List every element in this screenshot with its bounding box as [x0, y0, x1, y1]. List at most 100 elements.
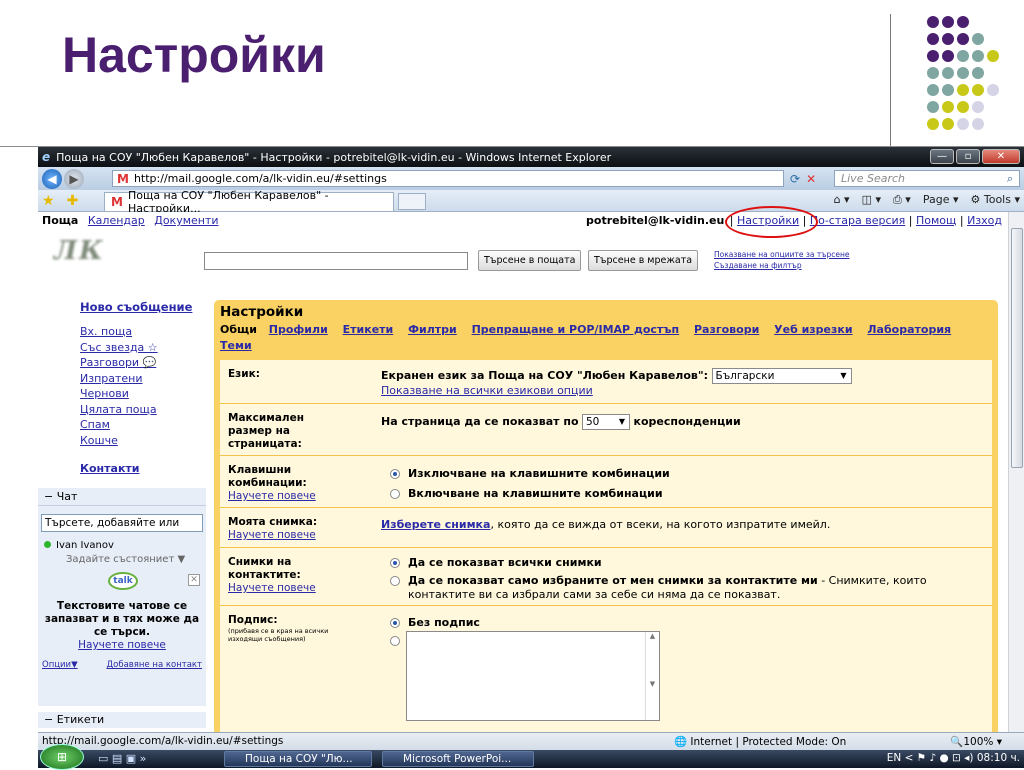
search-web-button[interactable]: Търсене в мрежата [588, 250, 699, 271]
chat-search-input[interactable]: Търсете, добавяйте или [41, 514, 203, 532]
folder-sent[interactable]: Изпратени [80, 372, 143, 385]
chat-info-text: Текстовите чатове се запазват и в тях мо… [44, 600, 200, 638]
older-version-link[interactable]: По-стара версия [810, 214, 905, 227]
refresh-icon[interactable]: ⟳ [790, 172, 800, 186]
folder-all-mail[interactable]: Цялата поща [80, 403, 157, 416]
command-bar: ⌂ ▾ ◫ ▾ ⎙ ▾ Page ▾ ⚙ Tools ▾ [834, 193, 1020, 207]
zoom-level-value: 100% [963, 736, 994, 748]
create-filter-link[interactable]: Създаване на филтър [714, 261, 802, 270]
chat-user: Ivan Ivanov [44, 540, 114, 551]
new-tab-button[interactable] [398, 193, 426, 210]
contacts-link[interactable]: Контакти [80, 462, 140, 475]
tab-general[interactable]: Общи [220, 323, 257, 336]
show-search-options-link[interactable]: Показване на опциите за търсене [714, 250, 850, 259]
contact-pics-all-radio[interactable] [390, 558, 400, 568]
textarea-scrollbar[interactable]: ▲ ▼ [645, 632, 659, 720]
start-button[interactable]: ⊞ [40, 744, 84, 770]
scrollbar-thumb[interactable] [1011, 228, 1023, 468]
maximize-button[interactable]: ▫ [956, 149, 980, 164]
folder-starred[interactable]: Със звезда ☆ [80, 341, 158, 354]
help-link[interactable]: Помощ [916, 214, 956, 227]
language-options-link[interactable]: Показване на всички езикови опции [381, 384, 593, 397]
sign-out-link[interactable]: Изход [967, 214, 1002, 227]
zoom-level[interactable]: 🔍100% ▾ [950, 735, 1002, 748]
forward-button[interactable]: ▶ [64, 168, 84, 189]
language-label: Език: [228, 368, 260, 380]
home-icon[interactable]: ⌂ ▾ [834, 193, 850, 207]
close-icon[interactable]: ✕ [188, 574, 200, 586]
chat-status-dropdown[interactable]: Задайте състояниет ▼ [66, 554, 185, 565]
shortcuts-off-radio[interactable] [390, 469, 400, 479]
language-text: Екранен език за Поща на СОУ "Любен Карав… [381, 369, 708, 382]
security-zone-text: Internet | Protected Mode: On [690, 736, 847, 748]
decorative-dot [927, 101, 939, 113]
page-size-prefix: На страница да се показват по [381, 415, 579, 428]
settings-tabs: Общи Профили Етикети Филтри Препращане и… [220, 322, 990, 354]
minimize-button[interactable]: — [930, 149, 954, 164]
picture-learn-more-link[interactable]: Научете повече [228, 529, 317, 542]
contact-pics-learn-more-link[interactable]: Научете повече [228, 582, 328, 595]
tab-labs[interactable]: Лаборатория [867, 323, 951, 336]
print-icon[interactable]: ⎙ ▾ [893, 193, 911, 207]
picture-label: Моята снимка: Научете повече [228, 516, 317, 542]
search-mail-button[interactable]: Търсене в пощата [478, 250, 582, 271]
folder-chats[interactable]: Разговори 💬 [80, 356, 156, 369]
contact-pics-mine-radio[interactable] [390, 576, 400, 586]
decorative-dot [957, 84, 969, 96]
add-contact-link[interactable]: Добавяне на контакт [106, 660, 202, 670]
folder-trash[interactable]: Кошче [80, 434, 118, 447]
add-favorites-icon[interactable]: ✚ [67, 193, 79, 209]
chat-header[interactable]: − Чат [38, 488, 206, 506]
shortcuts-learn-more-link[interactable]: Научете повече [228, 490, 328, 503]
taskbar-ie-button[interactable]: Поща на СОУ "Лю... [224, 751, 372, 767]
browser-tab-active[interactable]: M Поща на СОУ "Любен Каравелов" - Настро… [104, 189, 394, 215]
tab-web-clips[interactable]: Уеб изрезки [774, 323, 852, 336]
feeds-icon[interactable]: ◫ ▾ [862, 193, 881, 207]
slide-title: Настройки [62, 27, 326, 83]
page-size-value: На страница да се показват по 50 ▼ коресп… [381, 414, 741, 430]
tab-chat[interactable]: Разговори [694, 323, 759, 336]
live-search-input[interactable]: Live Search ⌕ [834, 170, 1020, 187]
back-button[interactable]: ◀ [42, 168, 62, 189]
tab-bar: ★ ✚ M Поща на СОУ "Любен Каравелов" - На… [38, 189, 1024, 215]
custom-signature-radio[interactable] [390, 636, 400, 646]
nav-calendar-link[interactable]: Календар [88, 214, 145, 227]
decorative-dot [927, 33, 939, 45]
divider-vertical [890, 14, 891, 146]
stop-icon[interactable]: ✕ [806, 172, 816, 186]
tab-labels[interactable]: Етикети [343, 323, 394, 336]
shortcuts-label-text: Клавишни комбинации: [228, 464, 307, 489]
compose-link[interactable]: Ново съобщение [80, 300, 192, 314]
folder-drafts[interactable]: Чернови [80, 387, 129, 400]
choose-picture-link[interactable]: Изберете снимка [381, 518, 490, 531]
favorites-star-icon[interactable]: ★ [42, 193, 55, 209]
mail-search-input[interactable] [204, 252, 468, 270]
shortcuts-on-radio[interactable] [390, 489, 400, 499]
settings-panel: Настройки Общи Профили Етикети Филтри Пр… [214, 300, 998, 736]
tab-themes[interactable]: Теми [220, 339, 252, 352]
language-indicator[interactable]: EN [887, 752, 902, 764]
tab-accounts[interactable]: Профили [269, 323, 328, 336]
no-signature-radio[interactable] [390, 618, 400, 628]
folder-spam[interactable]: Спам [80, 418, 110, 431]
close-window-button[interactable]: ✕ [982, 149, 1020, 164]
taskbar-powerpoint-button[interactable]: Microsoft PowerPoi... [382, 751, 534, 767]
folder-inbox[interactable]: Вх. поща [80, 325, 132, 338]
language-select[interactable]: Български ▼ [711, 368, 852, 384]
chat-options-link[interactable]: Опции▼ [42, 660, 78, 670]
chat-learn-more-link[interactable]: Научете повече [38, 639, 206, 652]
address-field[interactable]: M http://mail.google.com/a/lk-vidin.eu/#… [112, 170, 784, 187]
tab-filters[interactable]: Филтри [408, 323, 457, 336]
search-icon[interactable]: ⌕ [1007, 171, 1013, 186]
signature-textarea[interactable]: ▲ ▼ [406, 631, 660, 721]
system-tray: EN < ⚑ ♪ ● ⊡ ◂) 08:10 ч. [886, 752, 1020, 764]
decorative-dot [972, 84, 984, 96]
nav-docs-link[interactable]: Документи [154, 214, 218, 227]
labels-header[interactable]: − Етикети [38, 712, 206, 728]
page-menu[interactable]: Page ▾ [923, 193, 959, 207]
tools-menu[interactable]: ⚙ Tools ▾ [971, 193, 1021, 207]
decorative-dot [927, 84, 939, 96]
tab-forwarding-pop-imap[interactable]: Препращане и POP/IMAP достъп [472, 323, 680, 336]
page-size-select[interactable]: 50 ▼ [582, 414, 630, 430]
page-scrollbar[interactable] [1008, 212, 1024, 732]
